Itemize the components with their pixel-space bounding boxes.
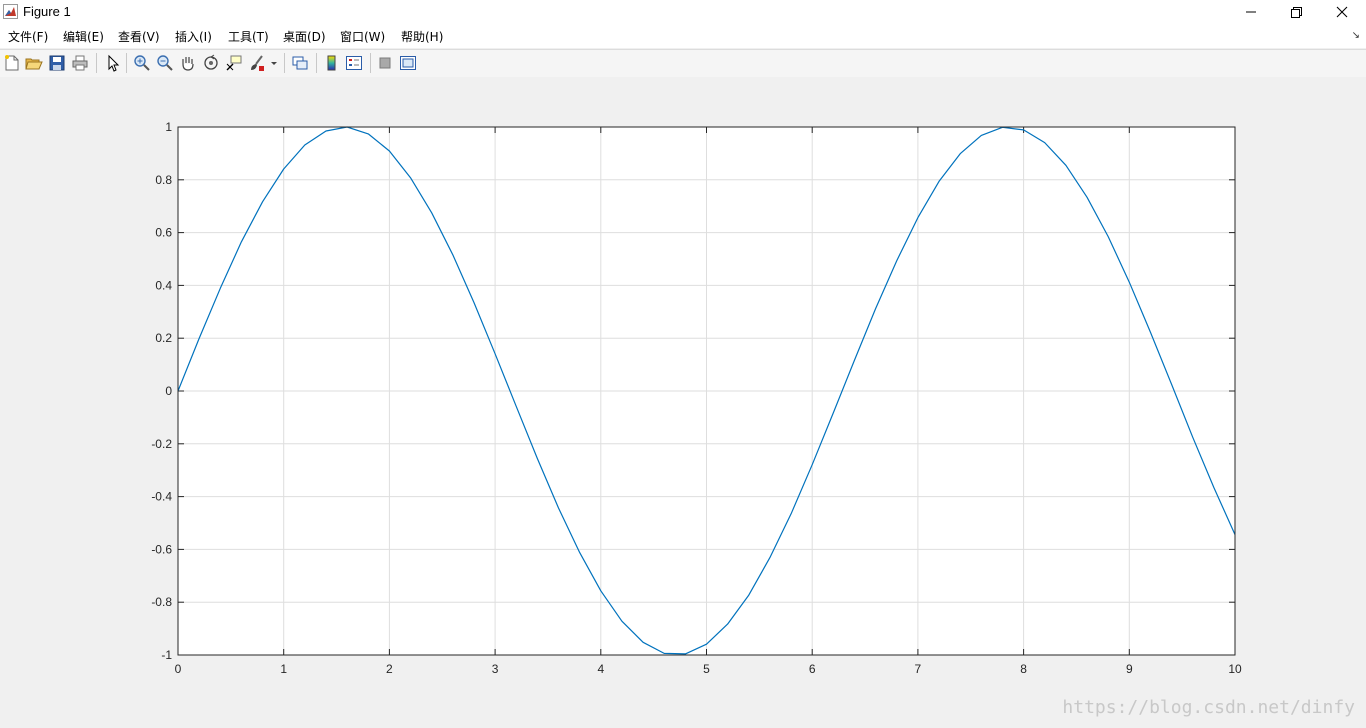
open-file-icon[interactable]: [25, 54, 43, 72]
menu-desktop[interactable]: 桌面(D): [283, 28, 326, 45]
x-tick-label: 8: [1020, 662, 1027, 676]
x-tick-label: 7: [915, 662, 922, 676]
toolbar-separator: [316, 53, 317, 73]
menu-edit[interactable]: 编辑(E): [63, 28, 104, 45]
y-tick-label: 0.6: [155, 226, 172, 240]
figure-canvas: 0 1 2 3 4 5 6 7 8 9 10 -1 -0.8 -0.6 -0.4 -0.2 0 0.2 0.4 0.6…: [0, 77, 1366, 728]
y-tick-label: -0.2: [151, 437, 172, 451]
data-cursor-icon[interactable]: [225, 54, 243, 72]
menu-insert[interactable]: 插入(I): [175, 28, 212, 45]
zoom-in-icon[interactable]: [133, 54, 151, 72]
close-button[interactable]: [1319, 0, 1365, 24]
minimize-button[interactable]: [1228, 0, 1274, 24]
insert-legend-icon[interactable]: [345, 54, 363, 72]
figure-toolbar: [0, 49, 1366, 78]
x-tick-label: 10: [1228, 662, 1242, 676]
x-tick-label: 9: [1126, 662, 1133, 676]
menu-window[interactable]: 窗口(W): [340, 28, 385, 45]
menu-help[interactable]: 帮助(H): [401, 28, 443, 45]
brush-icon[interactable]: [248, 54, 266, 72]
restore-button[interactable]: [1273, 0, 1319, 24]
x-tick-label: 6: [809, 662, 816, 676]
x-tick-label: 1: [280, 662, 287, 676]
brush-dropdown-icon[interactable]: [270, 54, 278, 72]
y-tick-label: -1: [161, 648, 172, 662]
menu-bar: 文件(F) 编辑(E) 查看(V) 插入(I) 工具(T) 桌面(D) 窗口(W…: [0, 24, 1366, 48]
y-tick-label: 0.4: [155, 278, 172, 292]
dock-arrow-icon[interactable]: ↘: [1352, 30, 1360, 41]
rotate-3d-icon[interactable]: [202, 54, 220, 72]
show-plot-tools-icon[interactable]: [399, 54, 417, 72]
x-tick-label: 3: [492, 662, 499, 676]
new-figure-icon[interactable]: [3, 54, 21, 72]
watermark: https://blog.csdn.net/dinfy: [1062, 697, 1355, 718]
title-bar: Figure 1: [0, 0, 1366, 24]
toolbar-separator: [96, 53, 97, 73]
menu-tools[interactable]: 工具(T): [228, 28, 269, 45]
plot-svg[interactable]: 0 1 2 3 4 5 6 7 8 9 10 -1 -0.8 -0.6 -0.4 -0.2 0 0.2 0.4 0.6…: [0, 77, 1366, 697]
edit-plot-arrow-icon[interactable]: [104, 54, 122, 72]
close-icon: [1336, 6, 1348, 18]
y-tick-label: 0.2: [155, 331, 172, 345]
y-tick-label: -0.6: [151, 542, 172, 556]
x-tick-label: 2: [386, 662, 393, 676]
x-tick-label: 4: [597, 662, 604, 676]
minimize-icon: [1246, 11, 1256, 13]
pan-hand-icon[interactable]: [179, 54, 197, 72]
y-tick-label: 0: [165, 384, 172, 398]
hide-plot-tools-icon[interactable]: [376, 54, 394, 72]
y-tick-label: -0.4: [151, 490, 172, 504]
menu-file[interactable]: 文件(F): [8, 28, 48, 45]
window-title: Figure 1: [23, 4, 71, 19]
toolbar-separator: [126, 53, 127, 73]
zoom-out-icon[interactable]: [156, 54, 174, 72]
y-tick-label: -0.8: [151, 595, 172, 609]
matlab-logo-icon: [3, 4, 18, 19]
restore-icon: [1290, 6, 1302, 18]
print-icon[interactable]: [71, 54, 89, 72]
link-plot-icon[interactable]: [291, 54, 309, 72]
toolbar-separator: [284, 53, 285, 73]
x-tick-label: 5: [703, 662, 710, 676]
y-tick-label: 0.8: [155, 173, 172, 187]
x-tick-label: 0: [175, 662, 182, 676]
insert-colorbar-icon[interactable]: [323, 54, 341, 72]
save-icon[interactable]: [48, 54, 66, 72]
y-tick-label: 1: [165, 120, 172, 134]
menu-view[interactable]: 查看(V): [118, 28, 160, 45]
toolbar-separator: [370, 53, 371, 73]
